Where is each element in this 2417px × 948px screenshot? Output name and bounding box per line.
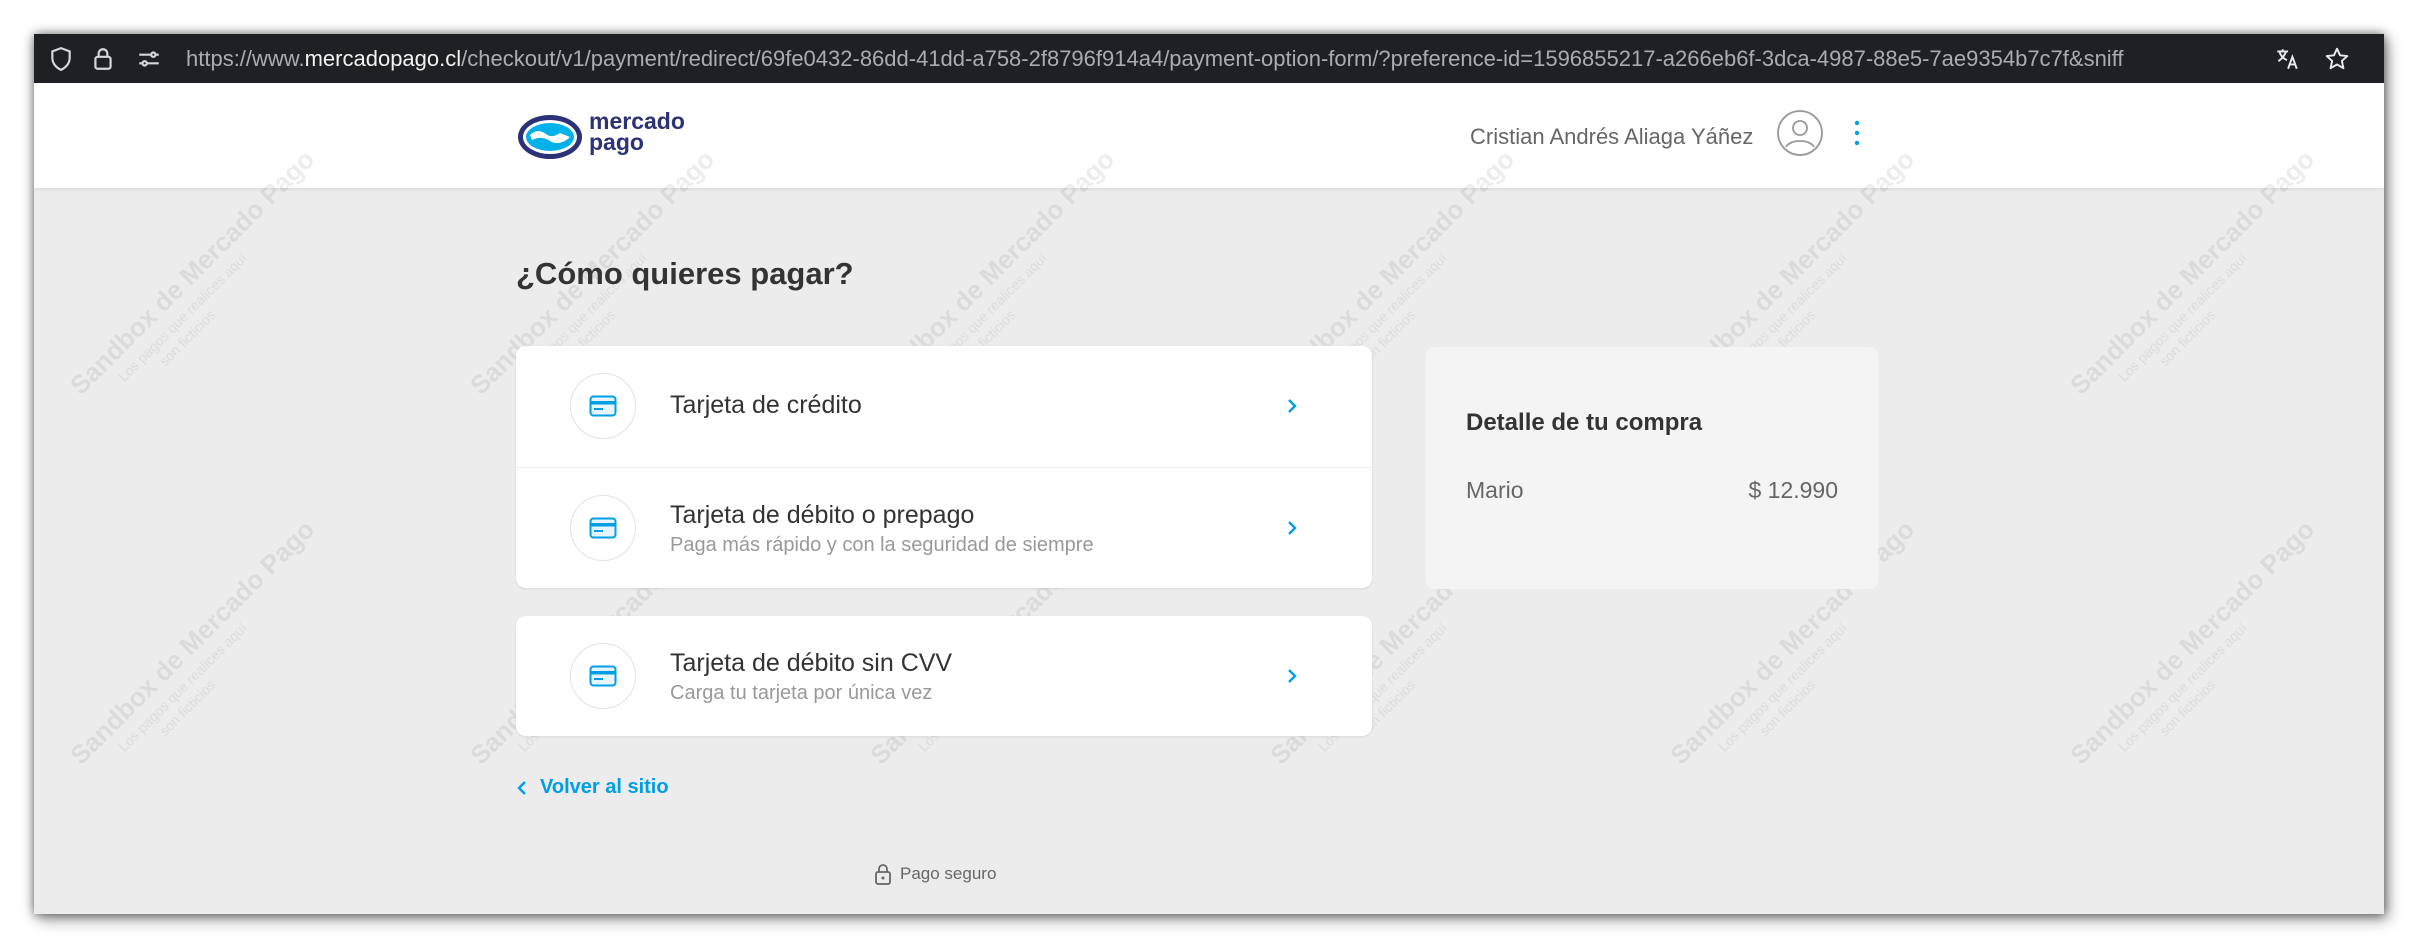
url-text[interactable]: https://www.mercadopago.cl/checkout/v1/p… (186, 34, 2236, 83)
site-settings-icon[interactable] (136, 46, 162, 72)
translate-icon[interactable] (2274, 46, 2300, 72)
url-prefix: https://www. (186, 46, 305, 71)
watermark-note: Los pagos que realices aquí (114, 619, 251, 755)
card-icon (589, 395, 617, 417)
payment-options-card: Tarjeta de crédito Tarjeta de débito o p… (516, 346, 1372, 588)
address-bar[interactable]: https://www.mercadopago.cl/checkout/v1/p… (34, 34, 2384, 83)
watermark-note: son ficticios (1355, 306, 1419, 370)
chevron-right-icon (1288, 399, 1297, 413)
padlock-icon (875, 864, 891, 885)
watermark-tile: Sandbox de Mercado PagoLos pagos que rea… (64, 514, 346, 796)
logo-wordmark: mercado pago (589, 110, 685, 155)
browser-window: https://www.mercadopago.cl/checkout/v1/p… (34, 34, 2384, 914)
watermark-tile: Sandbox de Mercado PagoLos pagos que rea… (2064, 514, 2346, 796)
card-icon-wrapper (570, 643, 636, 709)
site-header: mercado pago Cristian Andrés Aliaga Yáñe… (34, 83, 2384, 188)
card-icon (589, 517, 617, 539)
option-debit-prepaid[interactable]: Tarjeta de débito o prepago Paga más ráp… (516, 467, 1372, 588)
card-icon-wrapper (570, 373, 636, 439)
star-icon[interactable] (2324, 46, 2350, 72)
card-icon-wrapper (570, 495, 636, 561)
payment-options-card-2: Tarjeta de débito sin CVV Carga tu tarje… (516, 616, 1372, 736)
chevron-right-icon (1288, 521, 1297, 535)
option-title: Tarjeta de débito o prepago (670, 501, 975, 529)
watermark-note: son ficticios (955, 306, 1019, 370)
watermark-note: son ficticios (155, 676, 219, 740)
watermark-note: Los pagos que realices aquí (114, 249, 251, 385)
user-name: Cristian Andrés Aliaga Yáñez (1470, 124, 1754, 149)
chevron-right-icon (1288, 669, 1297, 683)
option-title: Tarjeta de débito sin CVV (670, 649, 953, 677)
secure-payment-notice: Pago seguro (874, 862, 996, 886)
back-to-site-link[interactable]: Volver al sitio (516, 776, 669, 799)
watermark-note: Los pagos que realices aquí (2114, 619, 2251, 755)
summary-title: Detalle de tu compra (1466, 409, 1703, 436)
secure-label: Pago seguro (900, 864, 997, 883)
summary-item-price: $ 12.990 (1748, 477, 1838, 503)
watermark-title: Sandbox de Mercado Pago (2064, 514, 2321, 771)
user-icon[interactable] (1776, 109, 1824, 157)
watermark-note: son ficticios (155, 306, 219, 370)
option-debit-no-cvv[interactable]: Tarjeta de débito sin CVV Carga tu tarje… (516, 616, 1372, 736)
option-subtitle: Paga más rápido y con la seguridad de si… (670, 534, 1094, 556)
lock-icon[interactable] (90, 46, 116, 72)
option-subtitle: Carga tu tarjeta por única vez (670, 682, 933, 704)
card-icon (589, 665, 617, 687)
watermark-title: Sandbox de Mercado Pago (64, 514, 321, 771)
option-credit-card[interactable]: Tarjeta de crédito (516, 346, 1372, 466)
watermark-note: son ficticios (2155, 306, 2219, 370)
logo-line-2: pago (589, 129, 644, 155)
page-title: ¿Cómo quieres pagar? (516, 256, 854, 291)
shield-icon[interactable] (48, 46, 74, 72)
url-path: /checkout/v1/payment/redirect/69fe0432-8… (461, 46, 2124, 71)
summary-item-name: Mario (1466, 477, 1524, 503)
watermark-note: son ficticios (2155, 676, 2219, 740)
back-link-label: Volver al sitio (540, 776, 669, 798)
watermark-note: son ficticios (1755, 306, 1819, 370)
option-title: Tarjeta de crédito (670, 391, 862, 419)
kebab-menu-icon[interactable] (1852, 115, 1862, 151)
watermark-note: Los pagos que realices aquí (2114, 249, 2251, 385)
url-domain: mercadopago.cl (304, 46, 462, 71)
purchase-summary: Detalle de tu compra Mario $ 12.990 (1426, 347, 1878, 589)
chevron-left-icon (517, 780, 526, 795)
